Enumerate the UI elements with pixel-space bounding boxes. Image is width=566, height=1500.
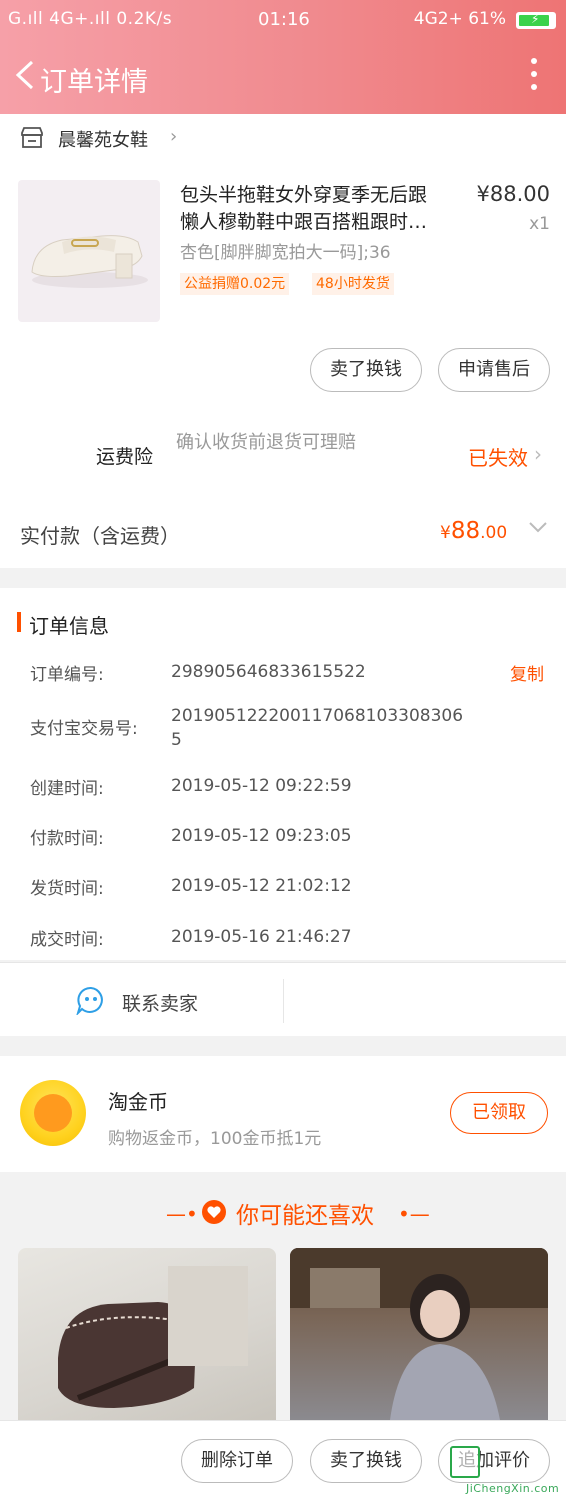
status-right: 4G2+ 61%	[413, 9, 506, 29]
navbar: 订单详情	[0, 44, 566, 108]
product-quantity: x1	[529, 214, 550, 234]
recommend-item-image[interactable]	[18, 1248, 276, 1420]
product-title-line1: 包头半拖鞋女外穿夏季无后跟	[180, 184, 428, 206]
header: G.ıll 4G+.ıll 0.2K/s 01:16 4G2+ 61% ⚡ 订单…	[0, 0, 566, 114]
info-value: 2019-05-12 09:23:05	[171, 826, 352, 846]
order-info-card: 订单信息 订单编号: 298905646833615522 复制 支付宝交易号:…	[0, 588, 566, 960]
charity-tag: 公益捐赠0.02元	[180, 273, 290, 295]
info-key: 订单编号:	[30, 665, 104, 685]
info-value: 2019-05-12 09:22:59	[171, 776, 352, 796]
product-title[interactable]: 包头半拖鞋女外穿夏季无后跟 懒人穆勒鞋中跟百搭粗跟时…	[180, 182, 452, 236]
product-title-line2: 懒人穆勒鞋中跟百搭粗跟时…	[180, 211, 428, 233]
order-card: 晨馨苑女鞋 › 包头半拖鞋女外穿夏季无后跟 懒人穆勒鞋中跟百搭粗跟时… ¥88.…	[0, 114, 566, 568]
divider	[283, 979, 284, 1023]
status-bar: G.ıll 4G+.ıll 0.2K/s 01:16 4G2+ 61% ⚡	[0, 0, 566, 40]
heart-icon	[202, 1200, 226, 1224]
shipping-insurance-desc: 确认收货前退货可理赔	[176, 432, 356, 453]
info-key: 成交时间:	[30, 930, 104, 950]
section-accent-bar	[17, 612, 21, 632]
info-key: 创建时间:	[30, 779, 104, 799]
shipping-tag: 48小时发货	[312, 273, 394, 295]
product-image[interactable]	[18, 180, 160, 322]
product-sku: 杏色[脚胖脚宽拍大一码];36	[180, 243, 391, 263]
watermark-url: JiChengXin.com	[466, 1482, 560, 1495]
sell-for-cash-button[interactable]: 卖了换钱	[310, 348, 422, 392]
contact-bar: 联系卖家	[0, 962, 566, 1036]
contact-seller-button[interactable]: 联系卖家	[122, 989, 198, 1016]
payment-amount: ¥88.00	[440, 518, 507, 544]
gold-coin-icon	[20, 1080, 86, 1146]
back-arrow-icon[interactable]	[12, 58, 38, 92]
arrow-right-icon: —•	[166, 1202, 198, 1226]
payment-label: 实付款（含运费）	[20, 524, 180, 548]
info-key: 发货时间:	[30, 879, 104, 899]
info-key: 支付宝交易号:	[30, 719, 138, 739]
page-title: 订单详情	[40, 67, 148, 98]
chevron-right-icon: ›	[534, 442, 542, 466]
info-value: 2019-05-12 21:02:12	[171, 876, 352, 896]
info-value: 2019-05-16 21:46:27	[171, 927, 352, 947]
shop-name[interactable]: 晨馨苑女鞋	[58, 126, 148, 152]
chat-bubble-icon[interactable]	[76, 985, 106, 1015]
sell-for-cash-button[interactable]: 卖了换钱	[310, 1439, 422, 1483]
recommend-title: 你可能还喜欢	[236, 1203, 374, 1229]
recommend-section: —• 你可能还喜欢 •—	[0, 1172, 566, 1420]
currency-symbol: ¥	[440, 523, 451, 543]
coin-claimed-button[interactable]: 已领取	[450, 1092, 548, 1134]
chevron-right-icon: ›	[170, 126, 178, 147]
copy-button[interactable]: 复制	[510, 660, 544, 685]
product-price: ¥88.00	[476, 182, 550, 206]
shop-icon	[21, 127, 43, 148]
delete-order-button[interactable]: 删除订单	[181, 1439, 293, 1483]
info-value: 2019051222001170681033083065	[171, 706, 464, 750]
info-key: 付款时间:	[30, 829, 104, 849]
status-left: G.ıll 4G+.ıll 0.2K/s	[8, 9, 173, 29]
battery-icon: ⚡	[516, 12, 556, 29]
more-menu-icon[interactable]	[530, 58, 538, 92]
coin-card: 淘金币 购物返金币，100金币抵1元 已领取	[0, 1056, 566, 1172]
coin-title: 淘金币	[108, 1090, 168, 1114]
info-value: 298905646833615522	[171, 662, 366, 682]
coin-subtitle: 购物返金币，100金币抵1元	[108, 1129, 322, 1149]
arrow-left-icon: •—	[398, 1202, 430, 1226]
amount-decimal: .00	[480, 523, 508, 543]
watermark-logo: JiChengXin.com	[450, 1446, 566, 1500]
amount-integer: 88	[450, 518, 481, 544]
shipping-insurance-status[interactable]: 已失效	[468, 442, 528, 471]
recommend-item-image[interactable]	[290, 1248, 548, 1420]
status-time: 01:16	[258, 9, 310, 30]
after-sale-button[interactable]: 申请售后	[438, 348, 550, 392]
order-info-title: 订单信息	[29, 614, 109, 638]
chevron-down-icon[interactable]	[528, 520, 548, 534]
shipping-insurance-label: 运费险	[96, 446, 154, 468]
